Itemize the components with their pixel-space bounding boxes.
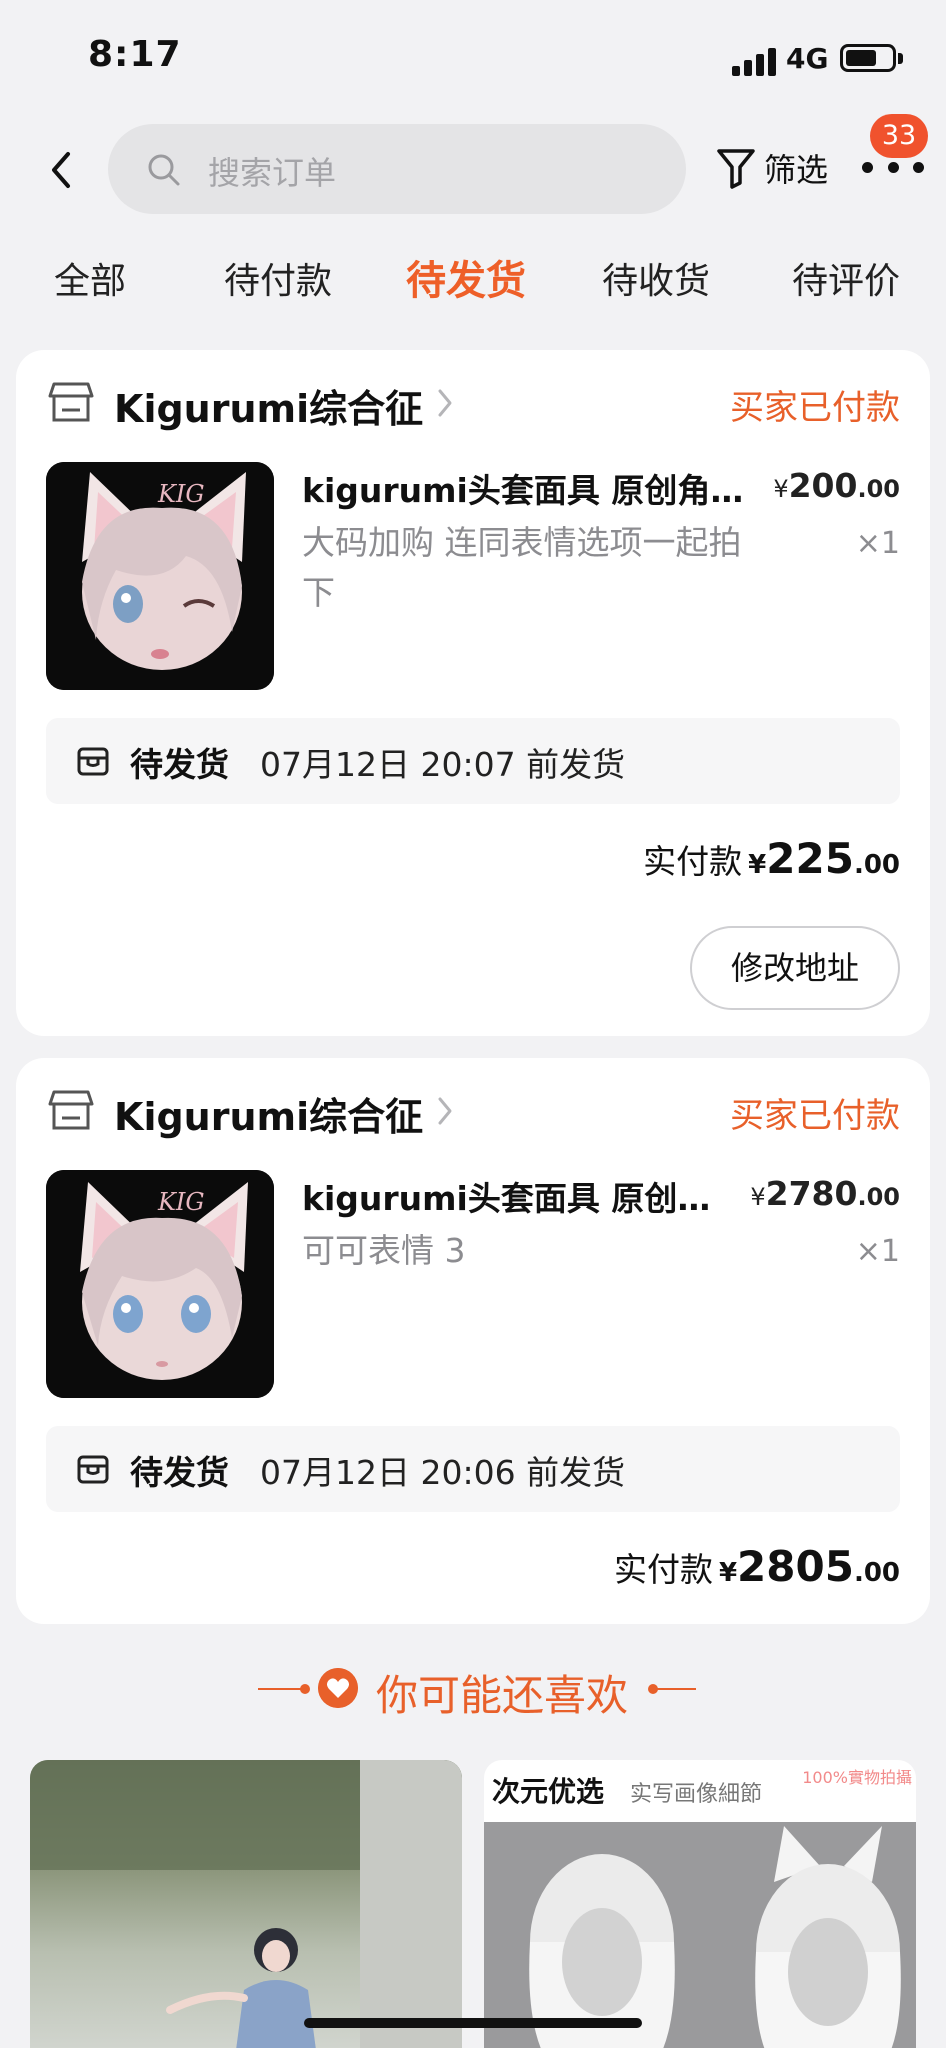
price-integer: 200 bbox=[788, 466, 858, 505]
product-price: ¥2780.00 bbox=[750, 1174, 900, 1213]
tab-pending-review[interactable]: 待评价 bbox=[792, 252, 900, 304]
brand-tagline: 实写画像細節 bbox=[630, 1782, 763, 1807]
divider-line bbox=[258, 1688, 304, 1690]
chevron-right-icon bbox=[438, 1097, 452, 1125]
price-decimal: .00 bbox=[857, 1183, 900, 1211]
heart-icon bbox=[318, 1668, 358, 1708]
price-decimal: .00 bbox=[857, 475, 900, 503]
battery-tip bbox=[898, 53, 903, 64]
search-input[interactable]: 搜索订单 bbox=[108, 124, 686, 214]
corner-text: 100%實物拍攝 bbox=[802, 1768, 912, 1787]
order-list-screen: 8:17 4G 搜索订单 筛选 33 全部 待付款 待发货 待收货 待评价 Ki… bbox=[0, 0, 946, 2048]
tab-pending-shipment[interactable]: 待发货 bbox=[406, 248, 526, 306]
chevron-left-icon bbox=[52, 152, 70, 188]
product-banner: 次元优选 实写画像細節 100%實物拍攝 bbox=[484, 1760, 916, 1822]
order-tabs: 全部 待付款 待发货 待收货 待评价 bbox=[0, 252, 946, 316]
total-paid: 实付款 ¥2805.00 bbox=[614, 1542, 900, 1591]
tab-pending-receipt[interactable]: 待收货 bbox=[602, 252, 710, 304]
home-indicator bbox=[304, 2018, 642, 2028]
message-badge: 33 bbox=[870, 114, 928, 158]
shipping-label: 待发货 bbox=[130, 1453, 229, 1492]
more-dot bbox=[887, 161, 899, 173]
total-currency: ¥ bbox=[748, 850, 767, 880]
order-card[interactable]: Kigurumi综合征 买家已付款 KIG kigurumi头套面具 原创角… bbox=[16, 350, 930, 1036]
store-icon bbox=[48, 382, 94, 422]
product-title[interactable]: kigurumi头套面具 原创角… bbox=[302, 464, 754, 512]
status-time: 8:17 bbox=[88, 34, 182, 75]
back-button[interactable] bbox=[34, 140, 88, 200]
order-status: 买家已付款 bbox=[730, 388, 900, 428]
product-image[interactable]: KIG bbox=[46, 1170, 274, 1398]
shipping-status-bar: 待发货 07月12日 20:07 前发货 bbox=[46, 718, 900, 804]
price-currency: ¥ bbox=[773, 475, 789, 503]
svg-text:KIG: KIG bbox=[157, 1188, 205, 1216]
product-quantity: ×1 bbox=[855, 1234, 900, 1269]
brand-label: 次元优选 bbox=[492, 1775, 605, 1808]
order-status: 买家已付款 bbox=[730, 1096, 900, 1136]
filter-icon bbox=[717, 149, 755, 189]
modify-address-button[interactable]: 修改地址 bbox=[690, 926, 900, 1010]
more-dot bbox=[913, 161, 924, 173]
shipping-deadline: 07月12日 20:06 前发货 bbox=[260, 1453, 626, 1492]
package-icon bbox=[77, 1455, 109, 1484]
more-dot bbox=[862, 161, 873, 173]
battery-icon bbox=[840, 44, 896, 72]
package-icon bbox=[77, 747, 109, 776]
chevron-right-icon bbox=[438, 389, 452, 417]
filter-button[interactable]: 筛选 bbox=[716, 140, 828, 196]
product-spec: 大码加购 连同表情选项一起拍下 bbox=[302, 523, 742, 612]
divider-dot bbox=[300, 1684, 310, 1694]
tab-pending-payment[interactable]: 待付款 bbox=[224, 252, 332, 304]
product-photo bbox=[484, 1822, 916, 2048]
product-image[interactable]: KIG bbox=[46, 462, 274, 690]
network-label: 4G bbox=[786, 42, 829, 75]
divider-line bbox=[654, 1688, 696, 1690]
recommend-product-card[interactable] bbox=[30, 1760, 462, 2048]
shipping-label: 待发货 bbox=[130, 745, 229, 784]
total-paid: 实付款 ¥225.00 bbox=[643, 834, 900, 883]
product-quantity: ×1 bbox=[855, 526, 900, 561]
store-name[interactable]: Kigurumi综合征 bbox=[114, 378, 423, 433]
filter-label: 筛选 bbox=[764, 151, 829, 189]
total-integer: 225 bbox=[766, 834, 854, 883]
store-icon bbox=[48, 1090, 94, 1130]
total-label: 实付款 bbox=[613, 1550, 713, 1589]
total-currency: ¥ bbox=[718, 1558, 738, 1588]
svg-text:KIG: KIG bbox=[157, 480, 205, 508]
total-label: 实付款 bbox=[643, 842, 743, 881]
order-card[interactable]: Kigurumi综合征 买家已付款 KIG kigurumi头套面具 原创… 可… bbox=[16, 1058, 930, 1624]
shipping-status-bar: 待发货 07月12日 20:06 前发货 bbox=[46, 1426, 900, 1512]
product-spec: 可可表情 3 bbox=[302, 1231, 466, 1270]
total-integer: 2805 bbox=[737, 1542, 854, 1591]
shipping-deadline: 07月12日 20:07 前发货 bbox=[260, 745, 626, 784]
price-integer: 2780 bbox=[765, 1174, 858, 1213]
tab-all[interactable]: 全部 bbox=[54, 252, 126, 304]
product-price: ¥200.00 bbox=[773, 466, 900, 505]
store-name[interactable]: Kigurumi综合征 bbox=[114, 1086, 423, 1141]
product-title[interactable]: kigurumi头套面具 原创… bbox=[302, 1172, 722, 1220]
recommend-title: 你可能还喜欢 bbox=[376, 1671, 629, 1720]
price-currency: ¥ bbox=[750, 1183, 766, 1211]
product-photo bbox=[30, 1760, 462, 2048]
search-placeholder: 搜索订单 bbox=[208, 154, 337, 192]
recommend-product-card[interactable]: 次元优选 实写画像細節 100%實物拍攝 bbox=[484, 1760, 916, 2048]
total-decimal: .00 bbox=[853, 850, 900, 880]
total-decimal: .00 bbox=[853, 1558, 900, 1588]
recommend-header: 你可能还喜欢 bbox=[0, 1652, 946, 1722]
signal-icon bbox=[732, 46, 776, 76]
search-icon bbox=[148, 154, 180, 186]
status-bar: 8:17 4G bbox=[0, 0, 946, 110]
